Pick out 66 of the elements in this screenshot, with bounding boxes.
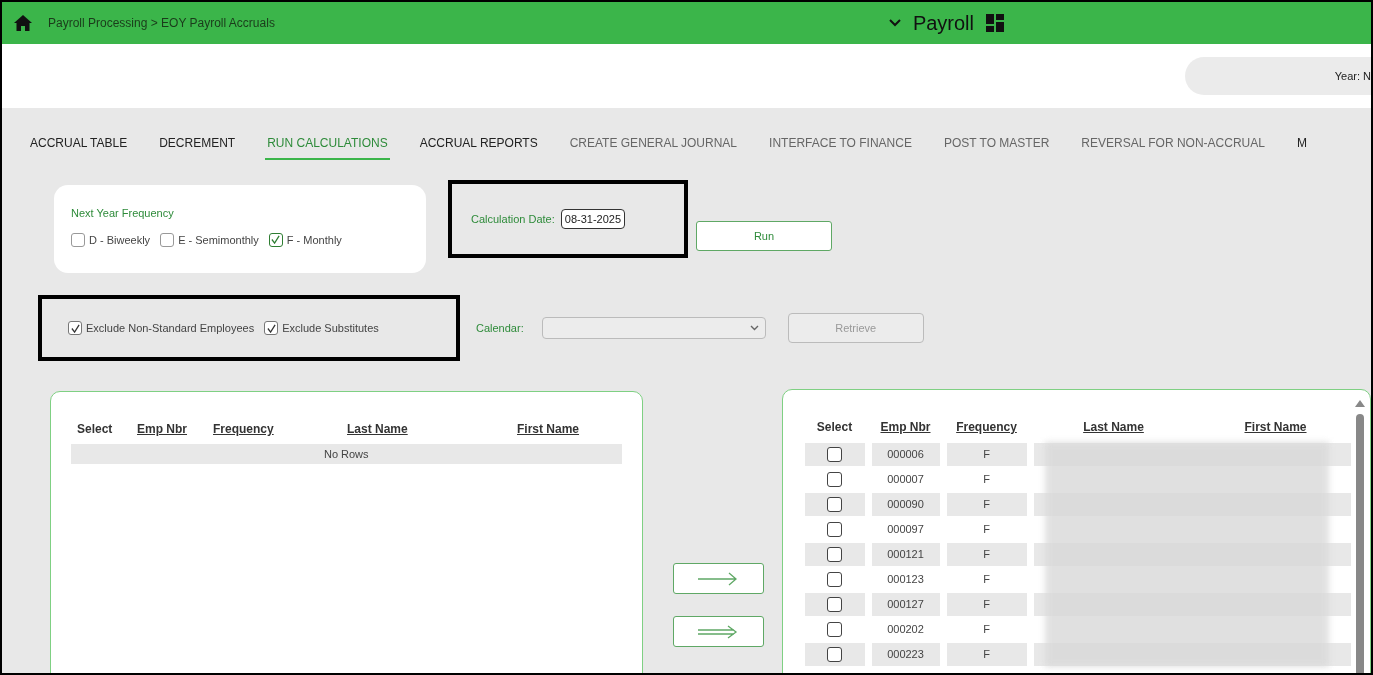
calendar-label: Calendar: bbox=[476, 320, 524, 336]
frequency-title: Next Year Frequency bbox=[71, 206, 175, 221]
module-title: Payroll bbox=[912, 11, 974, 36]
table-cell: F bbox=[946, 543, 1027, 566]
row-checkbox[interactable] bbox=[827, 472, 842, 487]
empty-row: No Rows bbox=[71, 444, 622, 464]
check-icon bbox=[271, 235, 281, 245]
calculation-date-label: Calculation Date: bbox=[471, 211, 555, 227]
column-header[interactable]: First Name bbox=[1200, 418, 1351, 436]
row-checkbox[interactable] bbox=[827, 572, 842, 587]
arrow-right-icon bbox=[698, 571, 738, 586]
run-button[interactable]: Run bbox=[696, 221, 832, 251]
table-cell: 000090 bbox=[871, 493, 940, 516]
table-cell: 000121 bbox=[871, 543, 940, 566]
table-cell: F bbox=[946, 643, 1027, 666]
column-header: Select bbox=[815, 419, 854, 436]
table-cell: 000127 bbox=[871, 593, 940, 616]
home-icon[interactable] bbox=[14, 15, 32, 31]
tab[interactable]: ACCRUAL REPORTS bbox=[417, 134, 540, 160]
table-cell: F bbox=[946, 593, 1027, 616]
check-icon bbox=[266, 323, 276, 333]
tab[interactable]: RUN CALCULATIONS bbox=[265, 134, 390, 160]
table-cell: 000006 bbox=[871, 443, 940, 466]
checkbox[interactable] bbox=[264, 321, 279, 335]
check-icon bbox=[70, 323, 80, 333]
checkbox[interactable] bbox=[68, 321, 82, 335]
table-cell: F bbox=[946, 493, 1027, 516]
scroll-up-icon[interactable] bbox=[1355, 400, 1365, 407]
checkbox-label: E - Semimonthly bbox=[178, 232, 259, 248]
year-field[interactable]: Year: N bbox=[1185, 57, 1371, 95]
row-checkbox[interactable] bbox=[827, 597, 842, 612]
column-header[interactable]: First Name bbox=[517, 420, 580, 438]
row-checkbox[interactable] bbox=[827, 647, 842, 662]
tab[interactable]: M bbox=[1294, 134, 1309, 160]
checkbox-label: Exclude Substitutes bbox=[282, 320, 379, 336]
checkbox[interactable] bbox=[268, 232, 283, 247]
column-header[interactable]: Emp Nbr bbox=[871, 418, 940, 436]
checkbox-label: D - Biweekly bbox=[89, 232, 151, 248]
column-header[interactable]: Last Name bbox=[1033, 418, 1194, 436]
table-cell: F bbox=[946, 443, 1027, 466]
move-right-button[interactable] bbox=[672, 563, 764, 594]
tab[interactable]: DECREMENT bbox=[157, 134, 238, 160]
row-checkbox[interactable] bbox=[827, 447, 842, 462]
table-cell: 000223 bbox=[871, 643, 940, 666]
column-header[interactable]: Emp Nbr bbox=[137, 420, 213, 438]
column-header[interactable]: Frequency bbox=[946, 418, 1027, 436]
row-checkbox[interactable] bbox=[827, 622, 842, 637]
row-checkbox[interactable] bbox=[827, 547, 842, 562]
checkbox-label: F - Monthly bbox=[286, 232, 342, 248]
scrollbar[interactable] bbox=[1356, 414, 1364, 673]
chevron-down-icon bbox=[749, 325, 759, 331]
checkbox-label: Exclude Non-Standard Employees bbox=[86, 320, 255, 336]
grid-icon[interactable] bbox=[986, 14, 1004, 32]
chevron-down-icon[interactable] bbox=[888, 19, 901, 27]
tab[interactable]: ACCRUAL TABLE bbox=[28, 134, 130, 160]
breadcrumb: Payroll Processing > EOY Payroll Accruals bbox=[48, 15, 275, 32]
double-arrow-right-icon bbox=[698, 624, 738, 639]
row-checkbox[interactable] bbox=[827, 522, 842, 537]
move-all-right-button[interactable] bbox=[672, 616, 764, 647]
column-header[interactable]: Frequency bbox=[213, 420, 347, 438]
column-header[interactable]: Last Name bbox=[347, 420, 517, 438]
date-field[interactable]: 08-31-2025 bbox=[560, 208, 626, 230]
checkbox[interactable] bbox=[71, 232, 85, 247]
checkbox[interactable] bbox=[160, 232, 175, 247]
row-checkbox[interactable] bbox=[827, 497, 842, 512]
column-header: Select bbox=[77, 421, 114, 438]
